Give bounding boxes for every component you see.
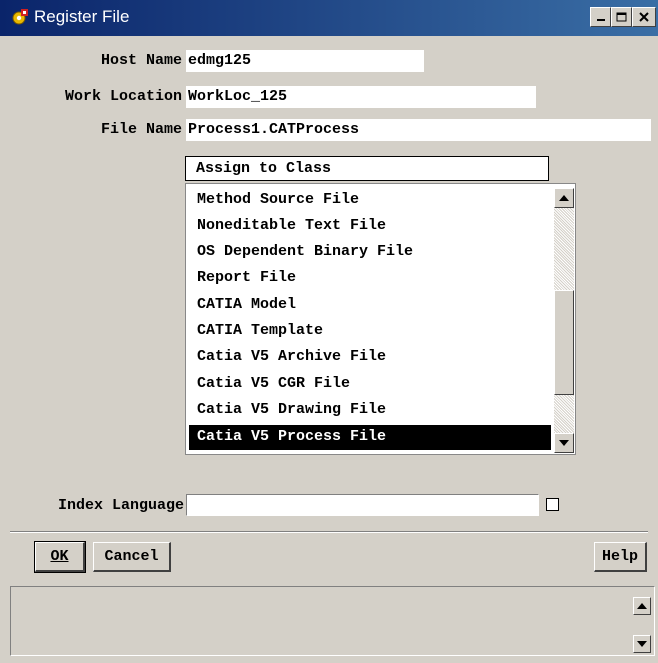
message-scroll-down-button[interactable]: [633, 635, 651, 653]
close-button[interactable]: [632, 7, 656, 27]
index-language-field[interactable]: [186, 494, 539, 516]
title-bar[interactable]: Register File: [0, 0, 658, 36]
scroll-up-button[interactable]: [554, 188, 574, 208]
scroll-down-button[interactable]: [554, 433, 574, 453]
list-item[interactable]: Catia V5 Archive File: [189, 345, 551, 370]
message-area[interactable]: [10, 586, 655, 656]
index-language-checkbox[interactable]: [546, 498, 559, 511]
separator: [10, 531, 648, 533]
host-name-field[interactable]: edmg125: [186, 50, 424, 72]
class-header: Assign to Class: [185, 156, 549, 181]
class-list[interactable]: Method Source File Noneditable Text File…: [185, 183, 576, 455]
close-icon: [639, 12, 649, 22]
file-name-field[interactable]: Process1.CATProcess: [186, 119, 651, 141]
list-item[interactable]: CATIA Model: [189, 293, 551, 318]
cancel-button[interactable]: Cancel: [93, 542, 171, 572]
message-scroll-up-button[interactable]: [633, 597, 651, 615]
arrow-down-icon: [559, 440, 569, 446]
arrow-up-icon: [559, 195, 569, 201]
minimize-icon: [596, 19, 605, 21]
file-name-label: File Name: [100, 121, 182, 138]
list-item-selected[interactable]: Catia V5 Process File: [189, 425, 551, 450]
window-title: Register File: [34, 7, 130, 26]
minimize-button[interactable]: [590, 7, 611, 27]
work-location-field[interactable]: WorkLoc_125: [186, 86, 536, 108]
ok-button[interactable]: OK: [34, 541, 86, 573]
arrow-down-icon: [637, 641, 647, 647]
maximize-button[interactable]: [611, 7, 632, 27]
list-item[interactable]: Noneditable Text File: [189, 214, 551, 239]
scroll-thumb[interactable]: [554, 290, 574, 395]
maximize-icon: [616, 12, 627, 22]
list-item[interactable]: Method Source File: [189, 188, 551, 213]
host-name-label: Host Name: [100, 52, 182, 69]
arrow-up-icon: [637, 603, 647, 609]
list-scrollbar[interactable]: [554, 188, 574, 453]
gear-app-icon: [12, 9, 28, 25]
index-language-label: Index Language: [57, 497, 184, 514]
work-location-label: Work Location: [64, 88, 182, 105]
list-item[interactable]: OS Dependent Binary File: [189, 240, 551, 265]
help-button[interactable]: Help: [594, 542, 647, 572]
list-item[interactable]: Catia V5 CGR File: [189, 372, 551, 397]
list-item[interactable]: CATIA Template: [189, 319, 551, 344]
list-item[interactable]: Report File: [189, 266, 551, 291]
ok-button-label: OK: [50, 548, 69, 565]
list-item[interactable]: Catia V5 Drawing File: [189, 398, 551, 423]
